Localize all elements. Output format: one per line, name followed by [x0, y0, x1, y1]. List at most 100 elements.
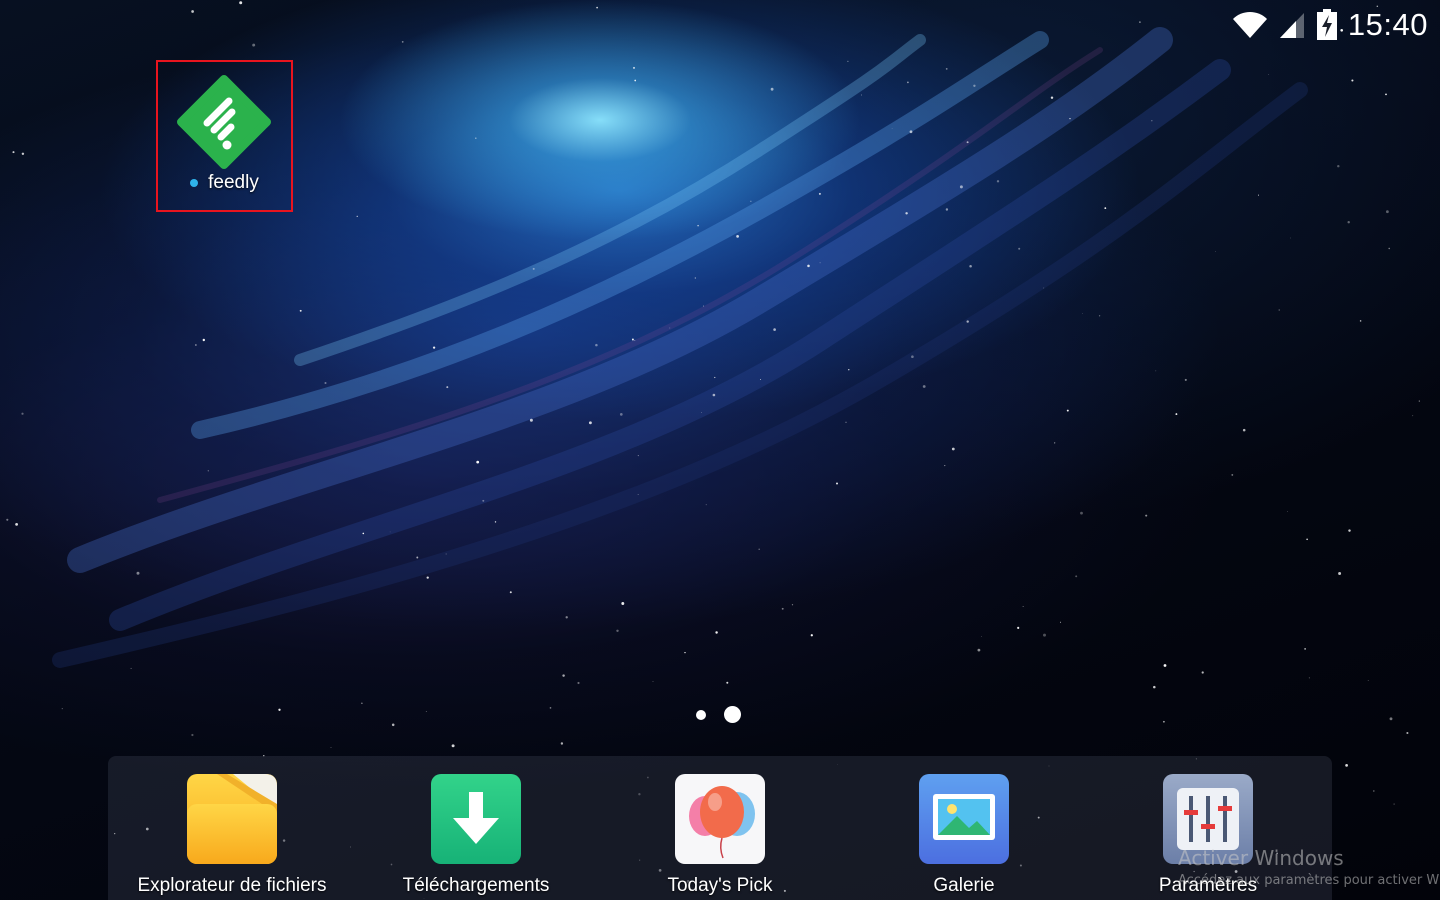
- star: [389, 531, 391, 533]
- dock-app-todays-pick[interactable]: Today's Pick: [610, 774, 830, 900]
- star: [1231, 473, 1234, 476]
- star: [619, 413, 623, 416]
- star: [1163, 720, 1165, 723]
- star: [1075, 575, 1078, 578]
- dock-app-file-explorer[interactable]: Explorateur de fichiers: [122, 774, 342, 900]
- star: [21, 412, 24, 415]
- star: [770, 87, 774, 91]
- star: [1242, 428, 1246, 432]
- star: [652, 681, 654, 682]
- gallery-icon: [919, 774, 1009, 864]
- dock-app-settings[interactable]: Paramètres: [1098, 774, 1318, 900]
- star: [1201, 671, 1204, 674]
- star: [714, 376, 716, 379]
- star: [715, 631, 718, 634]
- star: [819, 262, 821, 264]
- star: [330, 747, 332, 748]
- home-screen: 15:40 feedly Explorateur de fichiers Tél…: [0, 0, 1440, 900]
- star: [845, 421, 847, 423]
- star: [362, 532, 365, 535]
- star: [760, 378, 761, 380]
- page-dot-2-current[interactable]: [724, 706, 741, 723]
- desktop-app-feedly[interactable]: feedly: [156, 60, 293, 212]
- star: [697, 224, 699, 227]
- star: [1258, 194, 1259, 196]
- clock: 15:40: [1347, 7, 1428, 42]
- star: [712, 393, 716, 397]
- star: [1418, 400, 1420, 402]
- star: [634, 339, 636, 341]
- star: [588, 421, 592, 425]
- page-dot-1[interactable]: [696, 709, 706, 720]
- star: [836, 482, 838, 485]
- star: [1082, 312, 1083, 314]
- star: [945, 68, 948, 70]
- star: [1050, 96, 1054, 99]
- dock-app-label: Galerie: [933, 875, 995, 896]
- star: [1054, 442, 1056, 444]
- star: [861, 94, 862, 96]
- star: [966, 141, 969, 144]
- dock-app-gallery[interactable]: Galerie: [854, 774, 1074, 900]
- status-bar: 15:40: [1232, 0, 1440, 50]
- star: [694, 277, 696, 279]
- star: [494, 521, 497, 523]
- star: [476, 460, 480, 464]
- star: [1104, 207, 1107, 210]
- dock-app-label: Téléchargements: [402, 875, 550, 896]
- star: [634, 79, 637, 82]
- star: [202, 338, 205, 342]
- star: [621, 602, 625, 605]
- star: [1345, 764, 1348, 767]
- wifi-icon: [1232, 11, 1268, 39]
- star: [239, 1, 243, 5]
- star: [299, 309, 302, 312]
- star: [565, 616, 568, 619]
- star: [1351, 79, 1354, 82]
- star: [1139, 21, 1141, 23]
- star: [532, 267, 535, 270]
- star: [207, 470, 209, 472]
- app-label: feedly: [208, 172, 259, 193]
- star: [529, 418, 533, 422]
- page-indicator[interactable]: [696, 706, 741, 723]
- feedly-label-row: feedly: [158, 172, 291, 194]
- star: [1145, 514, 1148, 517]
- star: [1175, 413, 1178, 416]
- star: [905, 212, 908, 215]
- star: [616, 629, 619, 633]
- star: [61, 708, 63, 710]
- star: [1385, 93, 1387, 96]
- star: [21, 152, 25, 156]
- battery-charging-icon: [1316, 9, 1338, 41]
- star: [848, 369, 850, 371]
- star: [1153, 685, 1156, 689]
- star: [1393, 803, 1395, 805]
- star: [911, 355, 914, 359]
- star: [195, 344, 197, 346]
- star: [973, 84, 976, 87]
- star: [791, 604, 794, 606]
- star: [425, 711, 427, 712]
- star: [252, 43, 256, 47]
- star: [1066, 409, 1069, 412]
- star: [1018, 247, 1021, 250]
- star: [1043, 287, 1045, 289]
- settings-sliders-icon: [1163, 774, 1253, 864]
- star: [475, 137, 477, 139]
- star: [1017, 626, 1020, 629]
- star: [1290, 237, 1291, 239]
- star: [705, 504, 707, 506]
- star: [1098, 315, 1101, 317]
- star: [191, 10, 194, 13]
- star: [1306, 538, 1308, 541]
- star: [1348, 529, 1351, 532]
- star: [977, 648, 981, 652]
- dock-app-downloads[interactable]: Téléchargements: [366, 774, 586, 900]
- star: [807, 264, 810, 268]
- feedly-icon: [177, 75, 271, 169]
- star: [1304, 648, 1306, 650]
- star: [1388, 247, 1390, 250]
- folder-icon: [187, 774, 277, 864]
- star: [736, 235, 739, 238]
